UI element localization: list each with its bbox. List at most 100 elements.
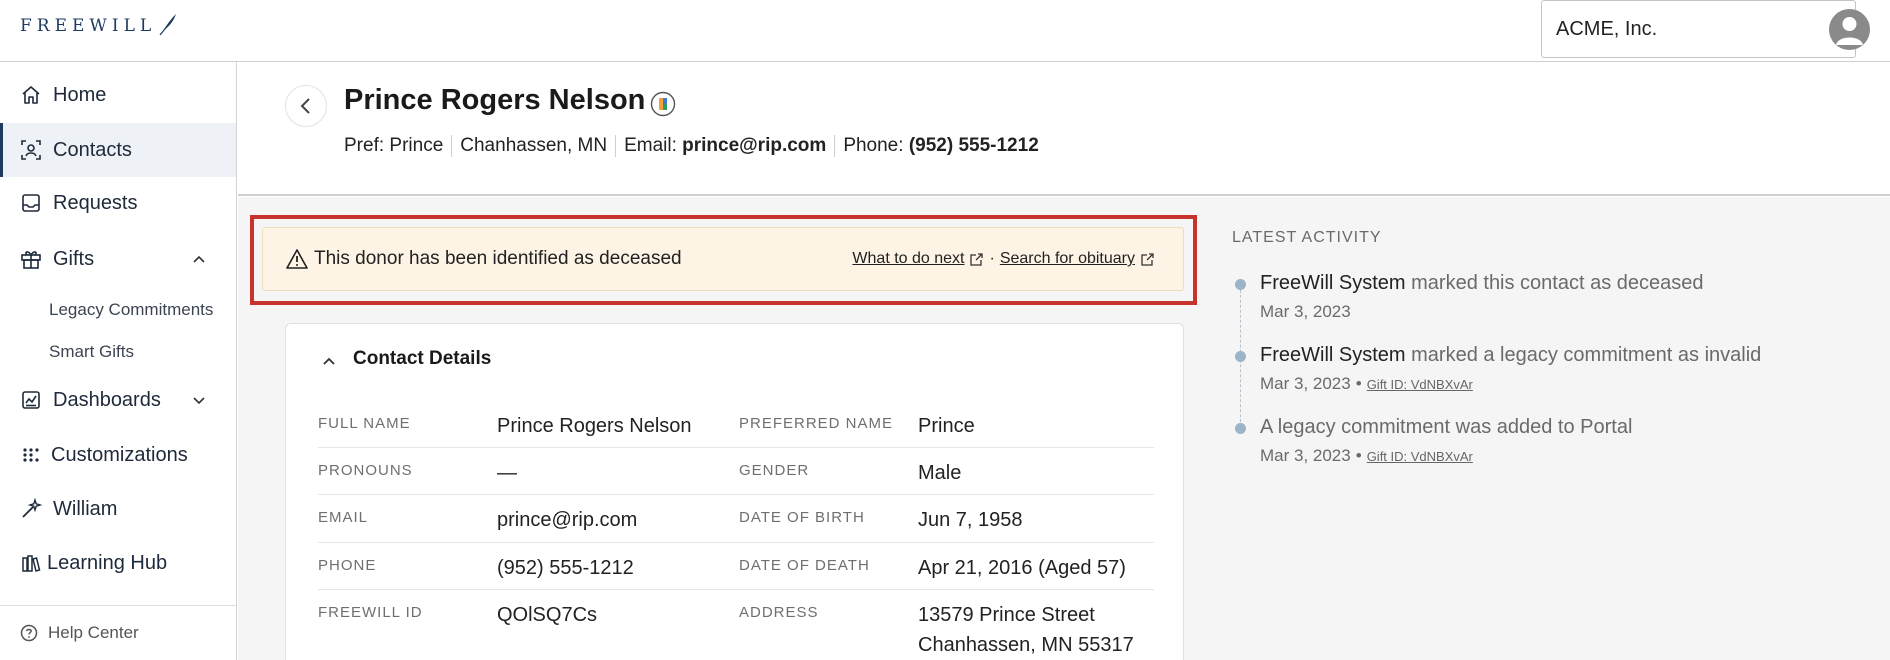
- field-value: —: [497, 462, 517, 484]
- sidebar-subitem-legacy-commitments[interactable]: Legacy Commitments: [49, 300, 213, 320]
- data-source-badge-icon[interactable]: [650, 91, 676, 117]
- activity-date: Mar 3, 2023: [1260, 374, 1351, 393]
- field-label: PREFERRED NAME: [739, 415, 894, 432]
- question-icon: [20, 624, 38, 642]
- inbox-icon: [20, 192, 42, 214]
- logo-text: FREEWILL: [20, 16, 157, 36]
- chevron-up-icon[interactable]: [321, 353, 337, 369]
- latest-activity-heading: LATEST ACTIVITY: [1232, 229, 1382, 246]
- what-to-do-next-link[interactable]: What to do next: [852, 250, 964, 268]
- field-value: Jun 7, 1958: [918, 509, 1023, 531]
- activity-item: A legacy commitment was added to Portal: [1260, 416, 1632, 439]
- field-label: FREEWILL ID: [318, 604, 423, 621]
- external-link-icon: [1141, 252, 1154, 266]
- field-value: Apr 21, 2016 (Aged 57): [918, 557, 1126, 579]
- field-value: Prince: [918, 415, 975, 437]
- field-label: EMAIL: [318, 509, 369, 526]
- sidebar-item-contacts[interactable]: Contacts: [0, 123, 236, 177]
- detail-row: EMAIL prince@rip.com DATE OF BIRTH Jun 7…: [318, 495, 1154, 543]
- email-meta: Email: prince@rip.com: [615, 135, 834, 157]
- chevron-down-icon[interactable]: [192, 393, 206, 407]
- warning-icon: [286, 249, 308, 269]
- activity-meta: Mar 3, 2023 • Gift ID: VdNBXvAr: [1260, 374, 1473, 394]
- organization-select[interactable]: ACME, Inc.: [1541, 0, 1856, 58]
- sidebar-item-label: Home: [53, 83, 107, 106]
- help-center-label: Help Center: [48, 623, 139, 642]
- activity-item: FreeWill System marked this contact as d…: [1260, 272, 1704, 295]
- sidebar-item-label: William: [53, 497, 118, 520]
- card-title: Contact Details: [353, 348, 492, 369]
- search-obituary-link[interactable]: Search for obituary: [1000, 250, 1135, 268]
- phone-meta: Phone: (952) 555-1212: [834, 135, 1046, 157]
- gift-icon: [20, 248, 42, 270]
- sidebar-item-gifts[interactable]: Gifts: [0, 234, 236, 284]
- top-bar: FREEWILL ACME, Inc.: [0, 0, 1890, 62]
- sidebar-item-label: Contacts: [53, 138, 132, 161]
- sidebar-item-label: Requests: [53, 191, 138, 214]
- activity-item: FreeWill System marked a legacy commitme…: [1260, 344, 1761, 367]
- sidebar-item-learning-hub[interactable]: Learning Hub: [0, 538, 236, 588]
- feather-icon: [159, 14, 177, 36]
- field-value: (952) 555-1212: [497, 557, 634, 579]
- detail-row: FREEWILL ID QOlSQ7Cs ADDRESS 13579 Princ…: [318, 590, 1154, 660]
- contact-header: Prince Rogers Nelson Pref: Prince Chanha…: [238, 62, 1890, 196]
- gift-id-link[interactable]: Gift ID: VdNBXvAr: [1367, 449, 1473, 464]
- location: Chanhassen, MN: [451, 135, 615, 157]
- address-line-1: 13579 Prince Street: [918, 604, 1095, 626]
- organization-select-value: ACME, Inc.: [1556, 17, 1658, 40]
- sidebar-item-requests[interactable]: Requests: [0, 178, 236, 228]
- activity-meta: Mar 3, 2023 • Gift ID: VdNBXvAr: [1260, 446, 1473, 466]
- sidebar-item-dashboards[interactable]: Dashboards: [0, 375, 236, 425]
- field-label: FULL NAME: [318, 415, 411, 432]
- timeline-dot: [1235, 351, 1246, 362]
- activity-date: Mar 3, 2023: [1260, 446, 1351, 465]
- alert-message: This donor has been identified as deceas…: [314, 248, 682, 269]
- back-button[interactable]: [285, 85, 327, 127]
- contacts-icon: [20, 139, 42, 161]
- activity-action: marked a legacy commitment as invalid: [1405, 344, 1762, 366]
- home-icon: [20, 84, 42, 106]
- chevron-up-icon[interactable]: [192, 252, 206, 266]
- bullet: •: [1355, 374, 1362, 393]
- deceased-alert: This donor has been identified as deceas…: [262, 227, 1184, 291]
- sidebar-item-home[interactable]: Home: [0, 70, 236, 120]
- field-value: Male: [918, 462, 962, 484]
- chart-icon: [20, 389, 42, 411]
- field-value: prince@rip.com: [497, 509, 638, 531]
- activity-action: marked this contact as deceased: [1405, 272, 1704, 294]
- timeline-dot: [1235, 279, 1246, 290]
- field-label: PRONOUNS: [318, 462, 413, 479]
- timeline-dot: [1235, 423, 1246, 434]
- freewill-logo[interactable]: FREEWILL: [20, 12, 178, 36]
- field-label: PHONE: [318, 557, 377, 574]
- external-link-icon: [970, 252, 984, 266]
- field-label: DATE OF BIRTH: [739, 509, 865, 526]
- sparkle-icon: [20, 498, 42, 520]
- field-label: DATE OF DEATH: [739, 557, 870, 574]
- chevron-left-icon: [300, 98, 310, 114]
- person-icon: [1836, 17, 1863, 45]
- detail-row: PHONE (952) 555-1212 DATE OF DEATH Apr 2…: [318, 543, 1154, 590]
- sidebar: Home Contacts Requests Gifts Legacy Comm…: [0, 62, 237, 660]
- activity-actor: FreeWill System: [1260, 272, 1406, 294]
- customize-icon: [20, 444, 42, 466]
- sidebar-item-william[interactable]: William: [0, 484, 236, 534]
- email-label: Email:: [624, 135, 677, 156]
- page-title: Prince Rogers Nelson: [344, 84, 646, 116]
- gift-id-link[interactable]: Gift ID: VdNBXvAr: [1367, 377, 1473, 392]
- help-center-link[interactable]: Help Center: [20, 623, 139, 643]
- user-avatar[interactable]: [1829, 9, 1870, 50]
- sidebar-item-label: Dashboards: [53, 388, 161, 411]
- alert-links: What to do next · Search for obituary: [852, 250, 1155, 268]
- field-value: QOlSQ7Cs: [497, 604, 598, 626]
- sidebar-subitem-smart-gifts[interactable]: Smart Gifts: [49, 342, 134, 362]
- activity-actor: FreeWill System: [1260, 344, 1406, 366]
- bullet: •: [1355, 446, 1362, 465]
- sidebar-item-customizations[interactable]: Customizations: [0, 430, 236, 480]
- contact-meta: Pref: Prince Chanhassen, MN Email: princ…: [344, 135, 1047, 157]
- field-value: Prince Rogers Nelson: [497, 415, 692, 437]
- detail-row: PRONOUNS — GENDER Male: [318, 448, 1154, 495]
- email-value: prince@rip.com: [682, 135, 827, 156]
- sidebar-divider: [0, 605, 236, 606]
- link-separator: ·: [989, 250, 995, 267]
